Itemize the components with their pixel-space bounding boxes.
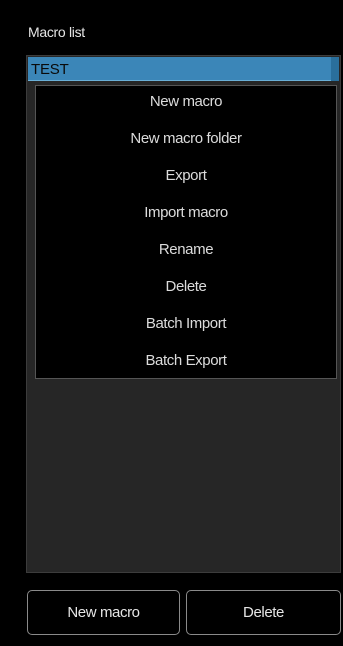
menu-item-batch-import[interactable]: Batch Import	[36, 315, 336, 332]
menu-item-batch-export[interactable]: Batch Export	[36, 352, 336, 369]
list-item-test[interactable]: TEST	[28, 57, 339, 81]
menu-item-rename[interactable]: Rename	[36, 241, 336, 258]
panel-title: Macro list	[28, 24, 85, 40]
context-menu: New macro New macro folder Export Import…	[35, 85, 337, 379]
menu-item-delete[interactable]: Delete	[36, 278, 336, 295]
macro-panel: Macro list TEST New macro New macro fold…	[0, 0, 343, 646]
list-scrollbar[interactable]	[331, 57, 339, 81]
list-item-label: TEST	[31, 61, 69, 78]
menu-item-import-macro[interactable]: Import macro	[36, 204, 336, 221]
new-macro-button[interactable]: New macro	[27, 590, 180, 635]
menu-item-export[interactable]: Export	[36, 167, 336, 184]
menu-item-new-macro[interactable]: New macro	[36, 93, 336, 110]
delete-button[interactable]: Delete	[186, 590, 341, 635]
menu-item-new-macro-folder[interactable]: New macro folder	[36, 130, 336, 147]
